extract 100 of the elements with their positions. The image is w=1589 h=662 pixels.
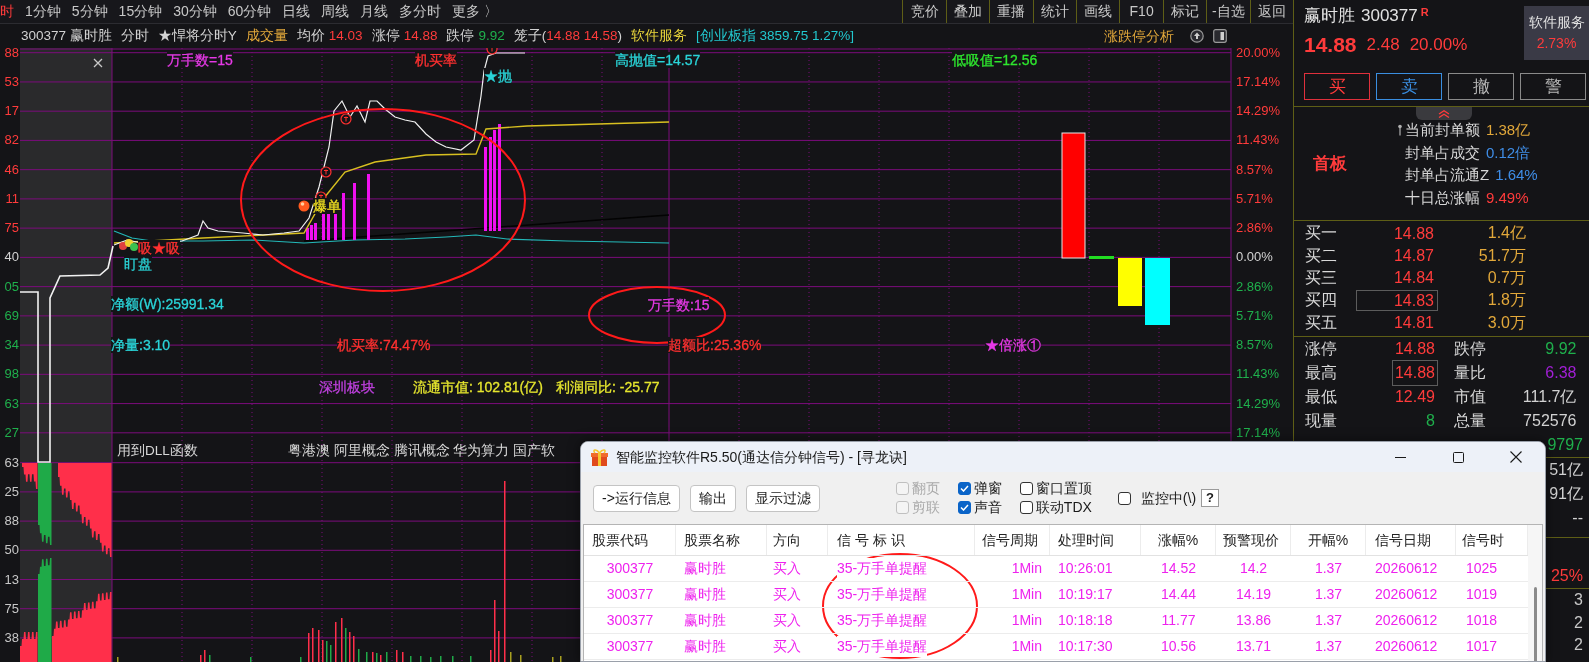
panel-toggle-icon[interactable] bbox=[1213, 29, 1227, 43]
table-header-cell[interactable]: 信号时 bbox=[1462, 529, 1504, 551]
indicator-bar bbox=[1118, 258, 1142, 306]
minimize-icon bbox=[1394, 456, 1406, 458]
scrollbar-thumb[interactable] bbox=[1533, 587, 1537, 661]
quote-info-text: 跌停 bbox=[446, 26, 475, 45]
timeframe-tab[interactable]: 15分钟 bbox=[118, 1, 163, 22]
indicator-label: ★抛 bbox=[484, 68, 512, 84]
checkbox[interactable] bbox=[1019, 501, 1033, 514]
price-axis-label: 34 bbox=[3, 338, 19, 353]
table-header-cell[interactable]: 信号日期 bbox=[1375, 529, 1431, 551]
indicator-label: 净额(W):25991.34 bbox=[111, 296, 224, 312]
timeframe-tab[interactable]: 5分钟 bbox=[71, 1, 108, 22]
price-axis-label: 40 bbox=[3, 250, 19, 265]
table-header-cell[interactable]: 股票代码 bbox=[592, 529, 648, 551]
toolbar-button[interactable]: 显示过滤 bbox=[745, 484, 820, 512]
table-header-cell[interactable]: 预警现价 bbox=[1223, 529, 1279, 551]
checkbox[interactable] bbox=[957, 482, 971, 495]
table-header-cell[interactable]: 股票名称 bbox=[684, 529, 740, 551]
toolbar-button[interactable]: 标记 bbox=[1162, 0, 1207, 23]
timeframe-tab[interactable]: 时 bbox=[0, 1, 14, 22]
circle-marker-icon bbox=[486, 48, 498, 55]
percent-axis-label: 8.57% bbox=[1236, 162, 1273, 177]
ball-marker-icon bbox=[298, 200, 310, 212]
window-title: 智能监控软件R5.50(通达信分钟信号) - [寻龙诀] bbox=[616, 447, 907, 467]
up-arrow-circle-icon[interactable] bbox=[1190, 29, 1204, 43]
seal-stat-value: 0.12倍 bbox=[1486, 142, 1531, 163]
indicator-label: 盯盘 bbox=[124, 256, 152, 272]
toolbar-button[interactable]: 叠加 bbox=[945, 0, 990, 23]
trade-button[interactable]: 卖 bbox=[1376, 72, 1442, 100]
circle-marker-icon bbox=[340, 113, 352, 125]
collapse-button[interactable] bbox=[1416, 107, 1472, 120]
checkbox[interactable] bbox=[1117, 491, 1131, 505]
trade-button[interactable]: 撤 bbox=[1448, 72, 1514, 100]
table-header-cell[interactable]: 方向 bbox=[773, 529, 801, 551]
quote-stat-value: 14.88 bbox=[1391, 360, 1438, 386]
timeframe-tab[interactable]: 60分钟 bbox=[227, 1, 272, 22]
percent-axis-label: 8.57% bbox=[1236, 338, 1273, 353]
sector-name: 软件服务 bbox=[1528, 15, 1585, 30]
table-header-cell[interactable]: 信号周期 bbox=[982, 529, 1038, 551]
indicator-bar bbox=[1089, 256, 1114, 259]
price-axis-label: 82 bbox=[3, 133, 19, 148]
scrollbar[interactable] bbox=[1528, 525, 1542, 661]
toolbar-button[interactable]: 统计 bbox=[1032, 0, 1077, 23]
seal-stat-label: 十日总涨幅 bbox=[1405, 187, 1480, 208]
quote-info-text: [创业板指 3859.75 1.27%] bbox=[696, 26, 855, 45]
maximize-icon bbox=[1452, 451, 1464, 463]
checkbox[interactable] bbox=[1019, 482, 1033, 495]
toolbar-button[interactable]: 竞价 bbox=[902, 0, 946, 23]
timeframe-tab[interactable]: 多分时 bbox=[399, 1, 442, 22]
limit-analysis-link[interactable]: 涨跌停分析 bbox=[1104, 25, 1174, 47]
circle-marker-icon bbox=[320, 166, 332, 178]
timeframe-tab[interactable]: 周线 bbox=[321, 1, 350, 22]
percent-axis-label: 5.71% bbox=[1236, 308, 1273, 323]
close-icon[interactable] bbox=[93, 58, 103, 68]
bid-level-label: 买五 bbox=[1304, 312, 1338, 333]
percent-axis-label: 11.43% bbox=[1236, 367, 1280, 382]
option-label: 窗口置顶 bbox=[1035, 479, 1092, 498]
pin-icon bbox=[1398, 124, 1402, 137]
option-label: 监控中(\) bbox=[1140, 488, 1197, 508]
indicator-label: 万手数=15 bbox=[167, 52, 233, 68]
toolbar-button[interactable]: F10 bbox=[1119, 0, 1163, 23]
bid-volume: 1.8万 bbox=[1486, 290, 1526, 311]
toolbar-button[interactable]: -自选 bbox=[1206, 0, 1250, 23]
bid-volume: 1.4亿 bbox=[1486, 223, 1526, 244]
timeframe-tab[interactable]: 更多 〉 bbox=[452, 1, 499, 22]
volume-axis-label: 50 bbox=[3, 543, 19, 558]
table-header-cell[interactable]: 处理时间 bbox=[1058, 529, 1114, 551]
timeframe-tab[interactable]: 月线 bbox=[360, 1, 389, 22]
trade-button[interactable]: 买 bbox=[1304, 72, 1370, 100]
percent-axis-label: 14.29% bbox=[1236, 396, 1281, 411]
quote-stat-value: 2 bbox=[1574, 612, 1583, 633]
table-header-cell[interactable]: 开幅% bbox=[1307, 529, 1349, 551]
percent-axis-label: 20.00% bbox=[1236, 45, 1281, 60]
quote-info-text: 成交量 bbox=[245, 26, 288, 45]
indicator-label: 爆单 bbox=[313, 198, 341, 214]
quote-stat-value: 25% bbox=[1550, 565, 1583, 586]
bid-price: 14.84 bbox=[1392, 268, 1435, 289]
volume-axis-label: 13 bbox=[3, 572, 19, 587]
price-axis-label: 63 bbox=[3, 396, 19, 411]
quote-stat-value: 9797 bbox=[1547, 435, 1583, 455]
bid-price: 14.81 bbox=[1392, 313, 1435, 334]
indicator-label: ★倍涨① bbox=[985, 337, 1041, 353]
toolbar-button[interactable]: 重播 bbox=[989, 0, 1033, 23]
timeframe-tab[interactable]: 日线 bbox=[282, 1, 311, 22]
volume-axis-label: 25 bbox=[3, 484, 19, 499]
help-button[interactable]: ? bbox=[1201, 489, 1220, 507]
price-axis-label: 46 bbox=[3, 162, 19, 177]
toolbar-button[interactable]: 输出 bbox=[689, 484, 736, 512]
toolbar-button[interactable]: ->运行信息 bbox=[593, 484, 680, 512]
checkbox[interactable] bbox=[957, 501, 971, 514]
table-header-cell[interactable]: 信 号 标 识 bbox=[837, 529, 905, 551]
indicator-bar bbox=[342, 193, 345, 240]
table-header-cell[interactable]: 涨幅% bbox=[1157, 529, 1199, 551]
trade-button[interactable]: 警 bbox=[1520, 72, 1586, 100]
quote-info-text: 软件服务 bbox=[631, 26, 688, 45]
timeframe-tab[interactable]: 1分钟 bbox=[25, 1, 61, 22]
timeframe-tab[interactable]: 30分钟 bbox=[173, 1, 217, 22]
toolbar-button[interactable]: 画线 bbox=[1076, 0, 1120, 23]
quote-stat-value: 752576 bbox=[1522, 411, 1578, 431]
